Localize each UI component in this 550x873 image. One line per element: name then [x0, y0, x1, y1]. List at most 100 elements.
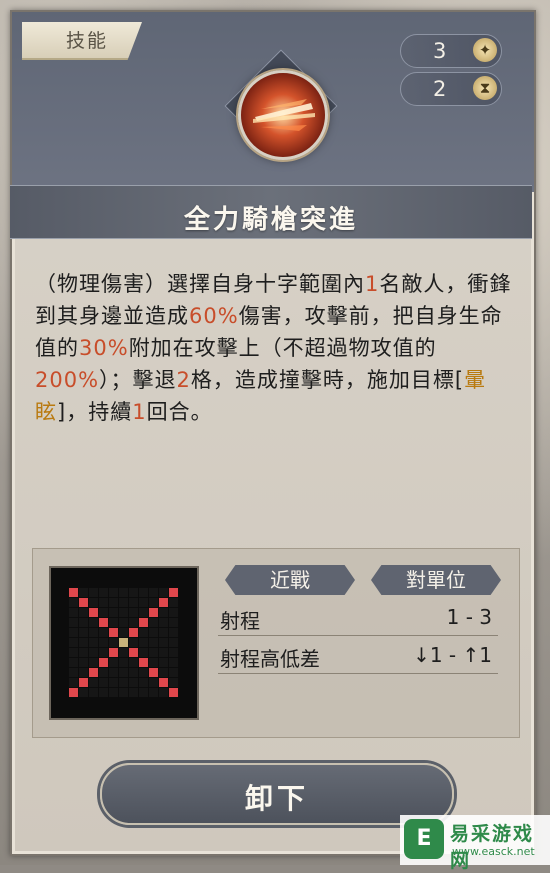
range-cell — [89, 608, 98, 617]
description-segment: （物理傷害）選擇自身十字範圍內 — [35, 272, 365, 296]
range-cell — [169, 588, 178, 597]
range-cell — [109, 648, 118, 657]
description-segment: ]，持續 — [57, 400, 133, 424]
height-diff-label: 射程高低差 — [220, 647, 320, 671]
range-cell — [69, 668, 78, 677]
range-cell — [159, 638, 168, 647]
range-cell — [149, 628, 158, 637]
range-cell — [129, 648, 138, 657]
range-cell — [129, 668, 138, 677]
range-cell — [139, 588, 148, 597]
site-watermark: E 易采游戏网 www.easck.net — [400, 815, 550, 872]
range-cell — [99, 608, 108, 617]
range-cell — [129, 598, 138, 607]
description-segment: 1 — [365, 272, 380, 296]
range-cell — [109, 588, 118, 597]
description-segment: 1 — [132, 400, 147, 424]
range-cell — [89, 658, 98, 667]
range-cell — [139, 688, 148, 697]
range-cell — [169, 688, 178, 697]
cost-stat: 3 ✦ — [400, 34, 502, 68]
range-cell — [159, 628, 168, 637]
range-cell — [69, 678, 78, 687]
cost-value: 3 — [433, 39, 447, 63]
range-cell — [109, 598, 118, 607]
range-cell — [69, 588, 78, 597]
range-cell — [129, 658, 138, 667]
range-row: 射程 1 - 3 — [218, 601, 498, 636]
range-cell — [169, 648, 178, 657]
range-cell — [149, 658, 158, 667]
range-cell — [159, 668, 168, 677]
description-segment: 回合。 — [146, 400, 213, 424]
attack-type-tag: 近戰 — [225, 565, 355, 595]
range-cell — [69, 628, 78, 637]
range-cell — [119, 678, 128, 687]
range-value: 1 - 3 — [446, 605, 492, 629]
tab-skills-label: 技能 — [66, 30, 109, 52]
description-segment: 附加在攻擊上（不超過物攻值的 — [128, 336, 437, 360]
range-cell — [89, 598, 98, 607]
height-diff-row: 射程高低差 ↓1 - ↑1 — [218, 639, 498, 674]
description-segment: ）；擊退 — [99, 368, 177, 392]
range-cell — [149, 688, 158, 697]
range-cell — [99, 628, 108, 637]
range-cell — [109, 638, 118, 647]
range-cell — [159, 598, 168, 607]
range-cell — [139, 658, 148, 667]
range-grid — [49, 566, 199, 720]
range-cell — [69, 648, 78, 657]
range-cell — [79, 638, 88, 647]
range-cell — [89, 628, 98, 637]
range-cell — [109, 688, 118, 697]
range-cell — [69, 688, 78, 697]
range-cell — [79, 598, 88, 607]
range-cell — [129, 588, 138, 597]
range-cell — [89, 678, 98, 687]
range-cell — [99, 618, 108, 627]
range-cell — [89, 588, 98, 597]
range-cell — [149, 668, 158, 677]
range-cell — [119, 668, 128, 677]
range-cell — [109, 658, 118, 667]
range-cell — [89, 688, 98, 697]
range-cell — [99, 648, 108, 657]
watermark-url: www.easck.net — [452, 845, 535, 858]
range-cell — [169, 678, 178, 687]
range-cell — [109, 618, 118, 627]
range-cell — [149, 598, 158, 607]
range-cell — [79, 688, 88, 697]
range-cell — [89, 618, 98, 627]
range-label: 射程 — [220, 609, 260, 633]
range-cell — [139, 678, 148, 687]
range-cell — [129, 688, 138, 697]
range-cell — [169, 608, 178, 617]
range-cell — [69, 658, 78, 667]
height-diff-value: ↓1 - ↑1 — [413, 643, 492, 667]
range-cell — [159, 608, 168, 617]
range-cell — [139, 638, 148, 647]
skill-description: （物理傷害）選擇自身十字範圍內1名敵人，衝鋒到其身邊並造成60%傷害，攻擊前，把… — [35, 268, 515, 428]
range-cell — [109, 608, 118, 617]
range-cell — [99, 668, 108, 677]
cooldown-stat: 2 ⧗ — [400, 72, 502, 106]
range-cell — [169, 658, 178, 667]
description-segment: 格，造成撞擊時，施加目標[ — [190, 368, 465, 392]
watermark-logo: E — [404, 819, 444, 859]
unequip-label: 卸下 — [244, 782, 309, 815]
range-cell — [169, 618, 178, 627]
skill-icon-frame — [205, 49, 355, 172]
range-cell — [139, 618, 148, 627]
description-segment: 30% — [79, 336, 129, 360]
skill-title-bar: 全力騎槍突進 — [10, 185, 532, 239]
range-cell — [99, 598, 108, 607]
range-cell — [79, 658, 88, 667]
range-cell — [79, 678, 88, 687]
range-cell — [159, 588, 168, 597]
range-panel: 近戰 對單位 射程 1 - 3 射程高低差 ↓1 - ↑1 — [32, 548, 520, 738]
range-cell — [159, 658, 168, 667]
range-cell — [159, 678, 168, 687]
range-cell — [99, 638, 108, 647]
range-cell — [149, 638, 158, 647]
range-cell — [169, 598, 178, 607]
